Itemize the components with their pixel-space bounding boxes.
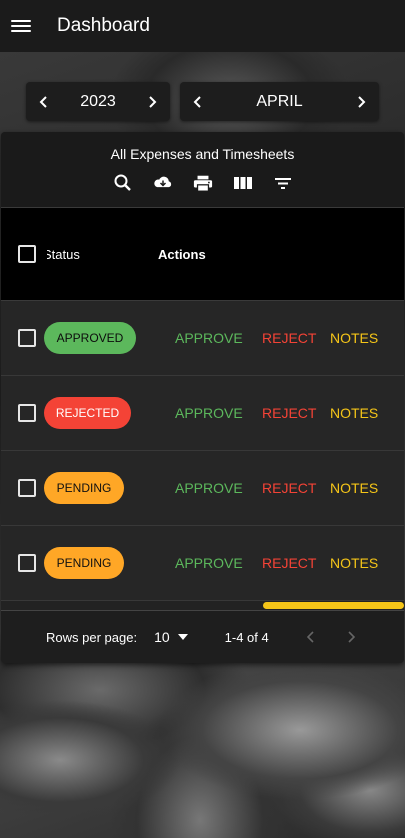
notes-button[interactable]: NOTES <box>330 480 378 496</box>
app-bar: Dashboard <box>0 0 405 52</box>
pagination: Rows per page: 10 1-4 of 4 <box>1 610 404 663</box>
month-prev-button[interactable] <box>180 82 216 121</box>
status-badge: PENDING <box>44 472 124 504</box>
pagination-range: 1-4 of 4 <box>224 629 269 645</box>
month-selector: APRIL <box>180 82 379 121</box>
search-icon <box>114 174 131 191</box>
download-button[interactable] <box>143 172 183 194</box>
rows-per-page-select[interactable]: 10 <box>154 629 188 645</box>
status-badge: APPROVED <box>44 322 136 354</box>
month-value: APRIL <box>256 92 303 110</box>
table-header: All Expenses and Timesheets <box>1 132 404 207</box>
month-next-button[interactable] <box>343 82 379 121</box>
chevron-right-icon <box>348 631 355 643</box>
select-all-checkbox[interactable] <box>18 245 36 263</box>
column-actions: Actions <box>158 246 206 262</box>
view-columns-icon <box>233 177 252 189</box>
notes-button[interactable]: NOTES <box>330 555 378 571</box>
chevron-left-icon <box>39 95 47 108</box>
print-icon <box>193 175 212 192</box>
chevron-left-icon <box>306 631 314 643</box>
print-button[interactable] <box>183 172 223 194</box>
approve-button[interactable]: APPROVE <box>175 555 243 571</box>
dropdown-arrow-icon <box>177 634 188 640</box>
table-row: PENDING APPROVE REJECT NOTES <box>1 526 404 601</box>
status-badge: PENDING <box>44 547 124 579</box>
year-value: 2023 <box>80 92 116 110</box>
table-toolbar <box>1 172 404 194</box>
chevron-right-icon <box>358 95 366 108</box>
column-status[interactable]: Status <box>47 247 157 262</box>
rows-per-page-label: Rows per page: <box>46 629 138 645</box>
reject-button[interactable]: REJECT <box>262 555 316 571</box>
notes-button[interactable]: NOTES <box>330 405 378 421</box>
rows-per-page-value: 10 <box>154 629 170 645</box>
status-badge: REJECTED <box>44 397 131 429</box>
approve-button[interactable]: APPROVE <box>175 480 243 496</box>
row-checkbox[interactable] <box>18 479 36 497</box>
notes-button[interactable]: NOTES <box>330 330 378 346</box>
row-checkbox[interactable] <box>18 404 36 422</box>
table-row: PENDING APPROVE REJECT NOTES <box>1 451 404 526</box>
reject-button[interactable]: REJECT <box>262 480 316 496</box>
approve-button[interactable]: APPROVE <box>175 405 243 421</box>
download-icon <box>153 176 171 188</box>
row-checkbox[interactable] <box>18 329 36 347</box>
year-next-button[interactable] <box>134 82 170 121</box>
hamburger-menu-icon[interactable] <box>11 17 33 35</box>
table-row: APPROVED APPROVE REJECT NOTES <box>1 301 404 376</box>
year-selector: 2023 <box>26 82 170 121</box>
reject-button[interactable]: REJECT <box>262 405 316 421</box>
next-page-button[interactable] <box>331 617 371 657</box>
table-row: REJECTED APPROVE REJECT NOTES <box>1 376 404 451</box>
page-title: Dashboard <box>57 15 150 36</box>
chevron-right-icon <box>149 95 157 108</box>
view-columns-button[interactable] <box>223 172 263 194</box>
filter-button[interactable] <box>263 172 303 194</box>
row-checkbox[interactable] <box>18 554 36 572</box>
reject-button[interactable]: REJECT <box>262 330 316 346</box>
search-button[interactable] <box>103 172 143 194</box>
expenses-table: All Expenses and Timesheets Status Actio… <box>1 132 404 663</box>
previous-page-button[interactable] <box>291 617 331 657</box>
year-prev-button[interactable] <box>26 82 62 121</box>
horizontal-scrollbar-thumb[interactable] <box>263 602 404 609</box>
table-title: All Expenses and Timesheets <box>110 146 295 162</box>
filter-icon <box>274 178 291 189</box>
table-column-header: Status Actions <box>1 207 404 301</box>
approve-button[interactable]: APPROVE <box>175 330 243 346</box>
chevron-left-icon <box>193 95 201 108</box>
